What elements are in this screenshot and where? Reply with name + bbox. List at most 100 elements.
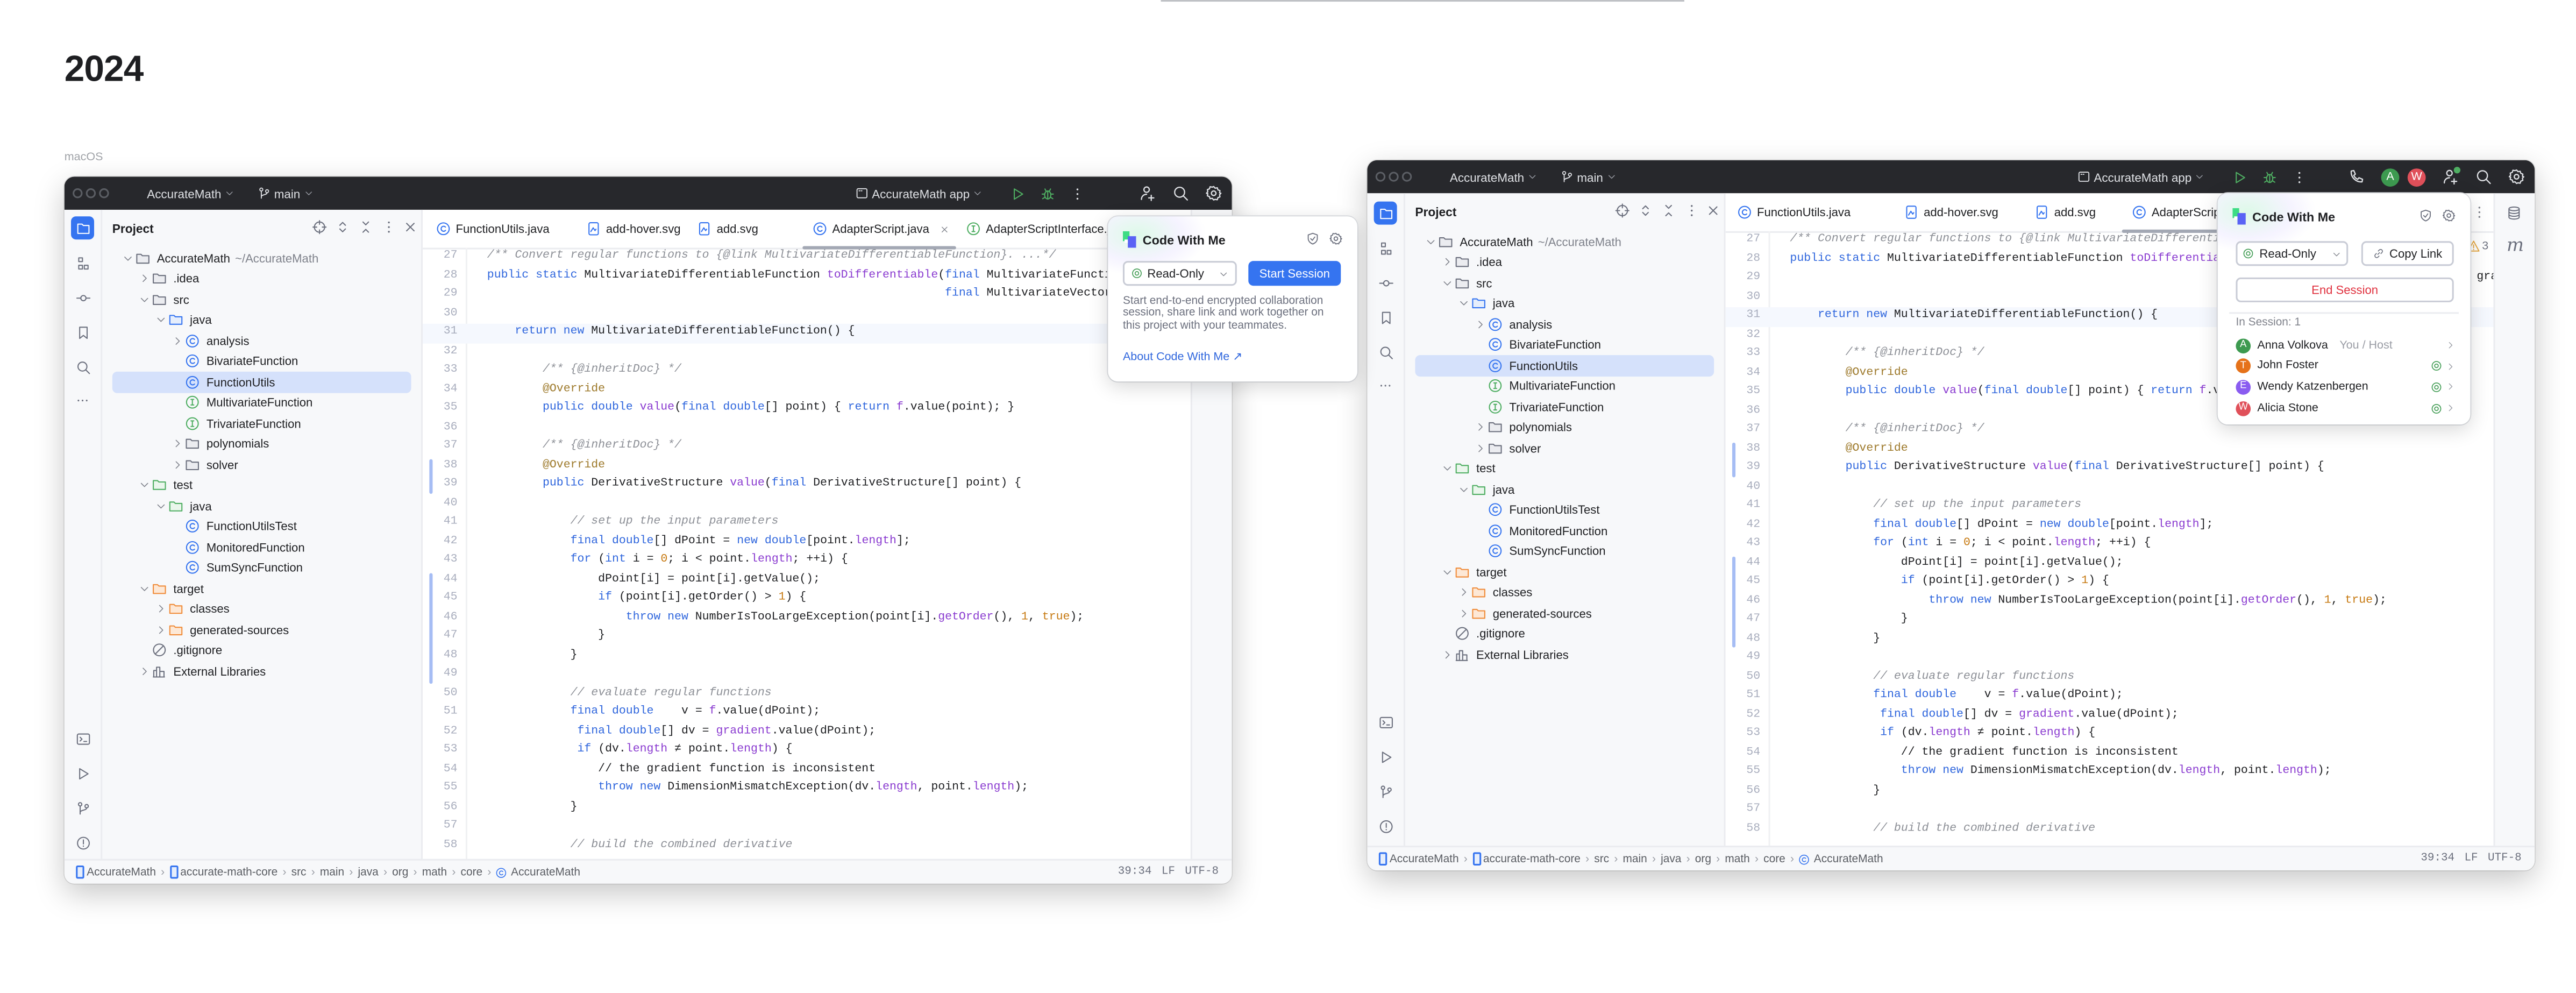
tool-commit-button[interactable]	[1374, 271, 1397, 294]
tree-item[interactable]: AccurateMath ~/AccurateMath	[112, 248, 411, 268]
chevron-right-icon[interactable]	[1475, 422, 1486, 433]
code-line[interactable]: 31 return new MultivariateDifferentiable…	[423, 323, 1191, 343]
code-line[interactable]: 46 throw new NumberIsTooLargeException(p…	[423, 608, 1191, 627]
code-line[interactable]: 32	[423, 343, 1191, 361]
search-button[interactable]	[1172, 185, 1189, 202]
tool-terminal-button[interactable]	[71, 727, 94, 750]
code-line[interactable]: 49	[1726, 649, 2494, 668]
tab-add-svg[interactable]: add.svg	[697, 210, 758, 248]
branch-selector[interactable]: main	[1561, 160, 1617, 193]
chevron-right-icon[interactable]	[172, 335, 183, 346]
breadcrumb-item[interactable]: AccurateMath	[76, 865, 156, 879]
tree-item[interactable]: FunctionUtils	[112, 371, 411, 393]
window-control-minimize[interactable]	[1389, 172, 1399, 182]
code-line[interactable]: 36	[423, 419, 1191, 437]
breadcrumb-item[interactable]: java	[358, 866, 378, 877]
run-configuration-selector[interactable]: AccurateMath app	[2077, 160, 2205, 193]
tree-item[interactable]: target	[112, 578, 411, 599]
tree-item[interactable]: SumSyncFunction	[112, 557, 411, 578]
shield-icon[interactable]	[2419, 208, 2432, 223]
chevron-down-icon[interactable]	[1458, 297, 1469, 309]
breadcrumb-item[interactable]: org	[1695, 853, 1711, 864]
code-line[interactable]: 58 // build the combined derivative	[423, 836, 1191, 855]
tool-search-button[interactable]	[71, 355, 94, 378]
gear-icon[interactable]	[2442, 208, 2456, 223]
chevron-right-icon[interactable]	[2445, 361, 2455, 371]
tool-more-button[interactable]	[1374, 373, 1397, 396]
code-line[interactable]: 56 }	[1726, 782, 2494, 801]
code-line[interactable]: 39 public DerivativeStructure value(fina…	[1726, 459, 2494, 478]
breadcrumb-item[interactable]: src	[1594, 853, 1609, 864]
code-line[interactable]: 55 throw new DimensionMismatchException(…	[423, 779, 1191, 798]
chevron-right-icon[interactable]	[2445, 341, 2455, 350]
crosshair-icon[interactable]	[1615, 203, 1630, 218]
tree-item[interactable]: java	[112, 495, 411, 516]
chevron-right-icon[interactable]	[1458, 607, 1469, 619]
tree-item[interactable]: analysis	[112, 330, 411, 351]
code-line[interactable]: 42 final double[] dPoint = new double[po…	[423, 533, 1191, 551]
code-line[interactable]: 50 // evaluate regular functions	[423, 685, 1191, 704]
chevron-down-icon[interactable]	[1442, 463, 1453, 474]
tool-problems-button[interactable]	[71, 831, 94, 854]
chevron-right-icon[interactable]	[172, 438, 183, 449]
code-line[interactable]: 51 final double v = f.value(dPoint);	[423, 704, 1191, 722]
code-line[interactable]: 38 @Override	[1726, 440, 2494, 459]
debug-button[interactable]	[2262, 160, 2278, 193]
breadcrumb-item[interactable]: main	[1623, 853, 1647, 864]
more-button[interactable]	[2292, 160, 2307, 193]
breadcrumb-item[interactable]: accurate-math-core	[169, 865, 277, 879]
permission-dropdown[interactable]: Read-Only	[1122, 261, 1237, 286]
code-line[interactable]: 48 }	[423, 647, 1191, 665]
tool-bookmark-button[interactable]	[71, 321, 94, 344]
window-control-close[interactable]	[73, 188, 83, 198]
code-line[interactable]: 47 }	[1726, 611, 2494, 630]
search-button[interactable]	[2475, 168, 2492, 185]
code-line[interactable]: 52 final double[] dv = gradient.value(dP…	[423, 722, 1191, 741]
tree-item[interactable]: java	[1415, 479, 1714, 499]
tree-item[interactable]: test	[112, 475, 411, 495]
tree-item[interactable]: External Libraries	[1415, 644, 1714, 664]
tree-item[interactable]: FunctionUtils	[1415, 355, 1714, 376]
breadcrumb-item[interactable]: org	[392, 866, 408, 877]
chevron-down-icon[interactable]	[139, 294, 150, 305]
breadcrumb-item[interactable]: math	[422, 866, 447, 877]
tree-item[interactable]: .idea	[112, 268, 411, 289]
chevron-right-icon[interactable]	[1458, 587, 1469, 598]
chevron-right-icon[interactable]	[2445, 403, 2455, 413]
gear-icon[interactable]	[1329, 231, 1343, 246]
tool-structure-button[interactable]	[71, 251, 94, 274]
code-line[interactable]: 34 @Override	[423, 381, 1191, 400]
code-line[interactable]: 46 throw new NumberIsTooLargeException(p…	[1726, 592, 2494, 611]
add-user-button[interactable]	[2442, 167, 2461, 185]
tool-more-button[interactable]	[71, 388, 94, 412]
code-line[interactable]: 28 public static MultivariateDifferentiab…	[423, 267, 1191, 286]
code-line[interactable]: 42 final double[] dPoint = new double[po…	[1726, 516, 2494, 535]
tree-item[interactable]: java	[112, 310, 411, 330]
tree-item[interactable]: .idea	[1415, 252, 1714, 272]
tree-item[interactable]: .gitignore	[112, 640, 411, 661]
code-line[interactable]: 57	[1726, 801, 2494, 820]
chevron-right-icon[interactable]	[1475, 318, 1486, 330]
collapse-icon[interactable]	[1661, 203, 1676, 218]
breadcrumb-item[interactable]: main	[320, 866, 344, 877]
breadcrumb-item[interactable]: core	[1763, 853, 1785, 864]
code-line[interactable]: 40	[423, 495, 1191, 514]
tool-project-button[interactable]	[1374, 201, 1397, 225]
tree-item[interactable]: TrivariateFunction	[1415, 396, 1714, 417]
chevron-right-icon[interactable]	[139, 273, 150, 284]
code-line[interactable]: 49	[423, 665, 1191, 684]
breadcrumb-item[interactable]: java	[1661, 853, 1681, 864]
chevron-down-icon[interactable]	[155, 500, 167, 512]
tree-item[interactable]: AccurateMath ~/AccurateMath	[1415, 231, 1714, 252]
caret-position[interactable]: 39:34	[1118, 866, 1152, 879]
chevron-down-icon[interactable]	[1425, 236, 1436, 247]
chevron-down-icon[interactable]	[122, 252, 133, 264]
breadcrumb-item[interactable]: AccurateMath	[496, 866, 580, 878]
breadcrumb-item[interactable]: src	[291, 866, 307, 877]
gear-button[interactable]	[1205, 185, 1222, 202]
tool-bookmark-button[interactable]	[1374, 306, 1397, 329]
tree-item[interactable]: BivariateFunction	[1415, 335, 1714, 355]
project-selector[interactable]: AccurateMath	[147, 177, 234, 210]
participant-avatar[interactable]: W	[2407, 167, 2426, 186]
tool-terminal-button[interactable]	[1374, 710, 1397, 733]
